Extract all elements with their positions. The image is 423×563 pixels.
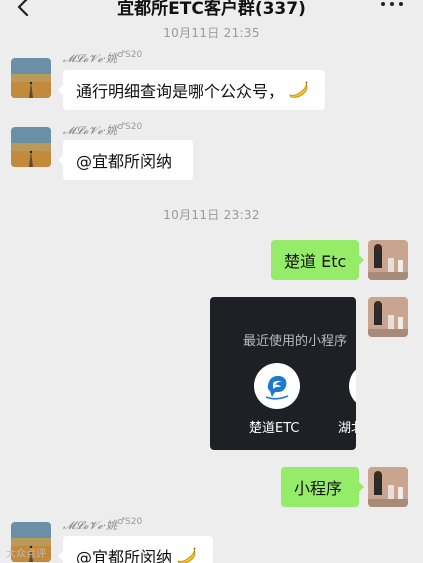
watermark: 大众点评: [6, 549, 46, 560]
banana-emoji-icon: [289, 81, 308, 98]
sender-name: 𝓜𝓛𝓸𝓥𝓮·姚♂S20: [63, 517, 142, 533]
sender-name-text: 𝓜𝓛𝓸𝓥𝓮·姚: [63, 52, 117, 65]
banana-emoji-icon: [177, 547, 196, 563]
avatar[interactable]: [11, 127, 51, 167]
chat-header: 宜都所ETC客户群(337): [0, 0, 423, 22]
sender-badge: ♂S20: [116, 122, 143, 132]
message-text: 小程序: [294, 479, 343, 498]
app-icon[interactable]: [254, 363, 300, 409]
sender-name-text: 𝓜𝓛𝓸𝓥𝓮·姚: [63, 519, 117, 532]
message-text: 楚道 Etc: [284, 252, 347, 271]
sender-name: 𝓜𝓛𝓸𝓥𝓮·姚♂S20: [63, 50, 142, 66]
message-text: @宜都所闵纳: [76, 152, 173, 171]
message-bubble[interactable]: 楚道 Etc: [271, 240, 364, 280]
card-title: 最近使用的小程序: [243, 334, 348, 349]
sender-name-text: 𝓜𝓛𝓸𝓥𝓮·姚: [63, 124, 117, 137]
message-text: @宜都所闵纳: [76, 548, 173, 563]
sender-name: 𝓜𝓛𝓸𝓥𝓮·姚♂S20: [63, 122, 142, 138]
avatar[interactable]: [11, 58, 51, 98]
app-label: 湖北: [338, 421, 356, 436]
message-bubble[interactable]: 小程序: [281, 467, 364, 507]
sender-badge: ♂S20: [116, 517, 143, 527]
message-bubble[interactable]: @宜都所闵纳: [58, 140, 193, 180]
avatar[interactable]: [368, 467, 408, 507]
message-text: 通行明细查询是哪个公众号，: [76, 82, 285, 101]
mini-program-card[interactable]: 最近使用的小程序 楚道ETC 湖北: [210, 297, 356, 450]
message-bubble[interactable]: 通行明细查询是哪个公众号，: [58, 70, 325, 110]
sender-badge: ♂S20: [116, 50, 143, 60]
chat-title: 宜都所ETC客户群(337): [117, 0, 306, 19]
timestamp: 10月11日 23:32: [163, 208, 260, 222]
chudao-logo-icon: [265, 375, 289, 400]
message-bubble[interactable]: @宜都所闵纳: [58, 536, 213, 563]
app-icon[interactable]: [349, 363, 356, 409]
more-icon[interactable]: [381, 0, 403, 10]
app-label: 楚道ETC: [249, 421, 300, 436]
avatar[interactable]: [368, 240, 408, 280]
avatar[interactable]: [368, 297, 408, 337]
timestamp: 10月11日 21:35: [163, 26, 260, 40]
